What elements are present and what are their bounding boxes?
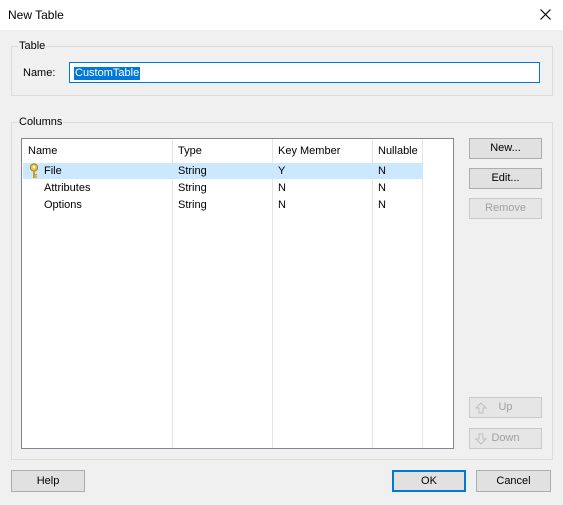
new-column-label: New... [490, 142, 521, 154]
columns-list[interactable]: Name Type Key Member Nullable File Strin… [21, 138, 454, 449]
help-button[interactable]: Help [11, 470, 85, 492]
move-up-button[interactable]: Up [469, 397, 542, 418]
window-title: New Table [8, 8, 64, 22]
move-down-label: Down [491, 432, 520, 444]
cell-type: String [178, 182, 207, 194]
move-up-label: Up [498, 401, 513, 413]
column-divider [422, 139, 423, 448]
key-icon [28, 163, 40, 182]
cell-nullable: N [378, 199, 386, 211]
remove-column-label: Remove [485, 202, 526, 214]
cell-type: String [178, 199, 207, 211]
title-bar: New Table [0, 0, 563, 30]
table-name-input[interactable]: CustomTable [69, 62, 540, 83]
columns-group-label: Columns [18, 116, 64, 128]
ok-label: OK [421, 475, 437, 487]
cancel-button[interactable]: Cancel [476, 470, 551, 492]
arrow-up-icon [475, 402, 487, 414]
cell-key-member: N [278, 199, 286, 211]
edit-column-button[interactable]: Edit... [469, 168, 542, 189]
close-icon [540, 9, 551, 20]
ok-button[interactable]: OK [392, 470, 466, 492]
header-type[interactable]: Type [178, 145, 202, 157]
column-divider [272, 139, 273, 448]
cell-key-member: N [278, 182, 286, 194]
cell-name[interactable]: Options [44, 199, 82, 211]
edit-column-label: Edit... [491, 172, 520, 184]
cell-type: String [178, 165, 207, 177]
header-name[interactable]: Name [28, 145, 57, 157]
cell-nullable: N [378, 182, 386, 194]
header-nullable[interactable]: Nullable [378, 145, 418, 157]
close-button[interactable] [528, 0, 563, 30]
cell-name[interactable]: Attributes [44, 182, 90, 194]
cancel-label: Cancel [496, 475, 531, 487]
remove-column-button[interactable]: Remove [469, 198, 542, 219]
name-label: Name: [23, 67, 56, 79]
table-row-selected[interactable] [23, 163, 423, 179]
cell-key-member: Y [278, 165, 286, 177]
new-column-button[interactable]: New... [469, 138, 542, 159]
move-down-button[interactable]: Down [469, 428, 542, 449]
cell-name: File [44, 165, 62, 177]
header-key-member[interactable]: Key Member [278, 145, 340, 157]
arrow-down-icon [475, 433, 487, 445]
cell-nullable: N [378, 165, 386, 177]
table-group-label: Table [18, 40, 47, 52]
table-name-value: CustomTable [74, 67, 141, 80]
column-divider [172, 139, 173, 448]
help-label: Help [36, 475, 60, 487]
column-divider [372, 139, 373, 448]
